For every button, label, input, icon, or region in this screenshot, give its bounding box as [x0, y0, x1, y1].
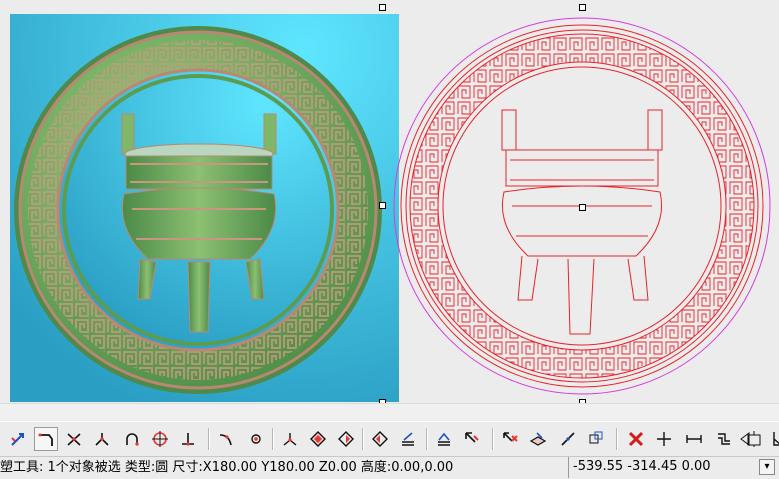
- fillet-icon: [219, 434, 232, 446]
- break-button[interactable]: [556, 427, 580, 451]
- layer-icon: [529, 432, 547, 446]
- select-arrow-icon: [11, 433, 24, 446]
- distribute-icon: [438, 432, 450, 446]
- axis-icon: [283, 433, 297, 446]
- group-button[interactable]: [584, 427, 608, 451]
- boolean-intersect-icon: [372, 431, 388, 447]
- boolean-intersect-button[interactable]: [368, 427, 392, 451]
- axis-button[interactable]: [278, 427, 302, 451]
- offset-button[interactable]: [712, 427, 736, 451]
- extend-icon: [95, 433, 109, 446]
- arc-tool-icon: [126, 433, 139, 446]
- boolean-subtract-icon: [338, 431, 354, 447]
- angle-icon: [773, 432, 779, 446]
- status-dropdown-button[interactable]: ▾: [759, 459, 775, 475]
- selection-handle[interactable]: [379, 4, 386, 11]
- measure-button[interactable]: [682, 427, 706, 451]
- fillet-button[interactable]: [214, 427, 238, 451]
- toolbar-separator: [616, 428, 618, 450]
- horizontal-scrollbar[interactable]: [0, 403, 779, 420]
- weld-node-icon: [251, 434, 261, 444]
- delete-icon: [628, 431, 644, 447]
- cursor-coordinates: -539.55 -314.45 0.00: [568, 457, 755, 478]
- status-bar: 塑工具: 1个对象被选 类型:圆 尺寸:X180.00 Y180.00 Z0.0…: [0, 456, 779, 479]
- tripod-cauldron-relief: [121, 113, 277, 333]
- delete-button[interactable]: [624, 427, 648, 451]
- trim-cross-button[interactable]: [62, 427, 86, 451]
- boolean-union-icon: [310, 431, 326, 447]
- break-icon: [561, 432, 575, 446]
- toolbar-separator: [272, 428, 274, 450]
- polyline-corner-button[interactable]: [34, 427, 58, 451]
- boolean-union-button[interactable]: [306, 427, 330, 451]
- more-icon: [740, 432, 750, 446]
- move-icon: [657, 432, 671, 446]
- drawing-toolbar: [0, 421, 779, 456]
- align-button[interactable]: [396, 427, 420, 451]
- select-arrow-button[interactable]: [6, 427, 30, 451]
- more-button[interactable]: [734, 427, 758, 451]
- angle-button[interactable]: [768, 427, 779, 451]
- measure-icon: [686, 435, 702, 443]
- status-message: 塑工具: 1个对象被选 类型:圆 尺寸:X180.00 Y180.00 Z0.0…: [0, 460, 454, 475]
- polyline-corner-icon: [38, 433, 53, 446]
- align-icon: [402, 432, 414, 446]
- delete-point-icon: [503, 432, 518, 442]
- pick-point-button[interactable]: [460, 427, 484, 451]
- delete-point-button[interactable]: [498, 427, 522, 451]
- toolbar-separator: [362, 428, 364, 450]
- selection-center-handle[interactable]: [579, 204, 586, 211]
- relief-render-view[interactable]: [10, 14, 399, 402]
- toolbar-separator: [492, 428, 494, 450]
- pick-point-icon: [465, 432, 479, 443]
- toolbar-separator: [426, 428, 428, 450]
- toolbar-separator: [208, 428, 210, 450]
- selection-handle[interactable]: [379, 202, 386, 209]
- perpendicular-button[interactable]: [176, 427, 200, 451]
- circle-node-button[interactable]: [148, 427, 172, 451]
- offset-icon: [718, 433, 730, 445]
- trim-cross-icon: [67, 433, 81, 446]
- extend-button[interactable]: [90, 427, 114, 451]
- design-canvas[interactable]: [0, 0, 779, 403]
- layer-button[interactable]: [526, 427, 550, 451]
- circle-node-icon: [152, 431, 168, 447]
- selection-handle[interactable]: [579, 4, 586, 11]
- perpendicular-icon: [182, 433, 194, 446]
- arc-tool-button[interactable]: [120, 427, 144, 451]
- move-button[interactable]: [652, 427, 676, 451]
- distribute-button[interactable]: [432, 427, 456, 451]
- boolean-subtract-button[interactable]: [334, 427, 358, 451]
- weld-node-button[interactable]: [244, 427, 268, 451]
- group-icon: [589, 431, 603, 444]
